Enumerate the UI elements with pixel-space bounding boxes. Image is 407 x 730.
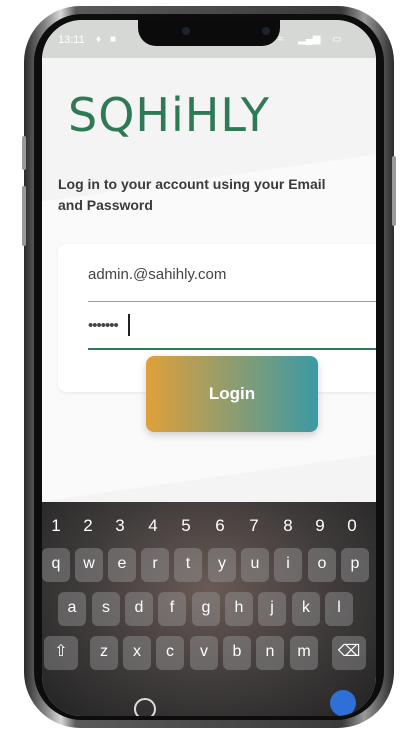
key-6[interactable]: 6: [210, 516, 230, 536]
key-x[interactable]: x: [123, 636, 151, 670]
key-a[interactable]: a: [58, 592, 86, 626]
key-m[interactable]: m: [290, 636, 318, 670]
key-g[interactable]: g: [192, 592, 220, 626]
shift-key[interactable]: ⇧: [44, 636, 78, 670]
sensor-icon: [262, 27, 270, 35]
key-r[interactable]: r: [141, 548, 169, 582]
key-y[interactable]: y: [208, 548, 236, 582]
key-l[interactable]: l: [325, 592, 353, 626]
key-8[interactable]: 8: [278, 516, 298, 536]
app-icon: ■: [110, 34, 117, 45]
notch: [138, 20, 280, 46]
key-j[interactable]: j: [258, 592, 286, 626]
key-k[interactable]: k: [292, 592, 320, 626]
letter-row-3: ⇧ z x c v b n m ⌫: [42, 636, 376, 672]
key-z[interactable]: z: [90, 636, 118, 670]
keyboard: 1 2 3 4 5 6 7 8 9 0 q w e r t y u i o p …: [42, 502, 376, 716]
key-7[interactable]: 7: [244, 516, 264, 536]
login-button[interactable]: Login: [146, 356, 318, 432]
key-w[interactable]: w: [75, 548, 103, 582]
key-4[interactable]: 4: [143, 516, 163, 536]
key-e[interactable]: e: [108, 548, 136, 582]
key-i[interactable]: i: [274, 548, 302, 582]
letter-row-1: q w e r t y u i o p: [42, 548, 376, 584]
login-screen: SQHiHLY Log in to your account using you…: [42, 58, 376, 502]
camera-icon: [182, 27, 190, 35]
letter-row-2: a s d f g h j k l: [42, 592, 376, 628]
email-field[interactable]: admin.@sahihly.com: [88, 261, 376, 302]
key-1[interactable]: 1: [46, 516, 66, 536]
side-button: [22, 186, 26, 246]
mic-icon[interactable]: [330, 690, 356, 716]
password-value: •••••••: [88, 317, 119, 334]
key-3[interactable]: 3: [110, 516, 130, 536]
key-n[interactable]: n: [256, 636, 284, 670]
key-h[interactable]: h: [225, 592, 253, 626]
key-u[interactable]: u: [241, 548, 269, 582]
login-instructions: Log in to your account using your Email …: [58, 176, 326, 213]
email-value: admin.@sahihly.com: [88, 266, 227, 283]
wifi-icon: ≈: [278, 34, 284, 45]
key-p[interactable]: p: [341, 548, 369, 582]
backspace-key[interactable]: ⌫: [332, 636, 366, 670]
notification-icon: ♦: [96, 34, 102, 45]
phone-frame: 13:11 ♦ ■ ⏰ ▮ ≈ ▂▄▆ ▭ SQHiHLY Log in to …: [22, 6, 396, 728]
side-button: [22, 136, 26, 170]
key-c[interactable]: c: [156, 636, 184, 670]
signal-icon: ▂▄▆: [298, 34, 321, 45]
app-logo: SQHiHLY: [68, 88, 270, 142]
key-2[interactable]: 2: [78, 516, 98, 536]
side-button: [392, 156, 396, 226]
key-s[interactable]: s: [92, 592, 120, 626]
battery-icon: ▭: [332, 34, 342, 45]
screen: 13:11 ♦ ■ ⏰ ▮ ≈ ▂▄▆ ▭ SQHiHLY Log in to …: [42, 20, 376, 716]
key-5[interactable]: 5: [176, 516, 196, 536]
key-b[interactable]: b: [223, 636, 251, 670]
key-0[interactable]: 0: [342, 516, 362, 536]
key-d[interactable]: d: [125, 592, 153, 626]
key-t[interactable]: t: [174, 548, 202, 582]
key-f[interactable]: f: [158, 592, 186, 626]
globe-icon[interactable]: [134, 698, 156, 716]
key-o[interactable]: o: [308, 548, 336, 582]
status-time: 13:11: [58, 34, 85, 46]
password-field[interactable]: •••••••: [88, 312, 376, 350]
text-cursor: [128, 314, 130, 336]
number-row: 1 2 3 4 5 6 7 8 9 0: [42, 516, 376, 538]
key-v[interactable]: v: [190, 636, 218, 670]
key-q[interactable]: q: [42, 548, 70, 582]
key-9[interactable]: 9: [310, 516, 330, 536]
